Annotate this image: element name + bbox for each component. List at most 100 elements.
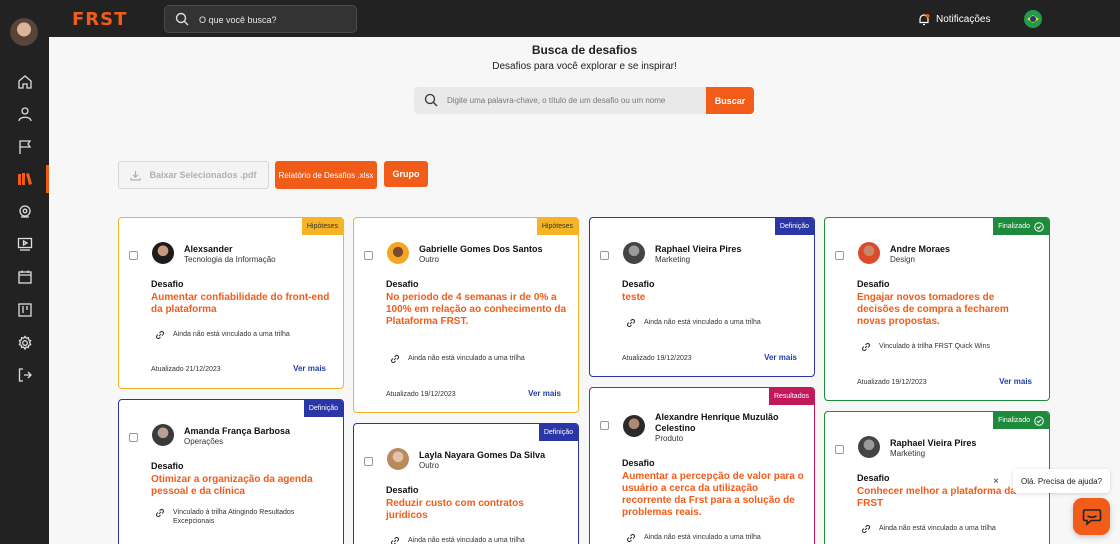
select-checkbox[interactable] xyxy=(835,445,844,454)
select-checkbox[interactable] xyxy=(129,251,138,260)
avatar xyxy=(387,448,409,470)
user-area: Outro xyxy=(419,255,440,264)
challenge-card[interactable]: Definição Raphael Vieira Pires Marketing… xyxy=(589,217,815,377)
challenge-title[interactable]: Conhecer melhor a plataforma da FRST xyxy=(857,486,1039,510)
nav-challenges[interactable] xyxy=(0,133,49,161)
link-icon xyxy=(627,319,635,327)
check-circle-icon xyxy=(1034,415,1044,426)
see-more-link[interactable]: Ver mais xyxy=(293,364,326,373)
select-checkbox[interactable] xyxy=(835,251,844,260)
link-icon xyxy=(862,343,870,351)
challenge-card[interactable]: Hipóteses Gabrielle Gomes Dos Santos Out… xyxy=(353,217,579,413)
search-button[interactable]: Buscar xyxy=(706,87,754,114)
select-checkbox[interactable] xyxy=(600,421,609,430)
challenge-label: Desafio xyxy=(151,279,184,289)
download-selected-pdf-button[interactable]: Baixar Selecionados .pdf xyxy=(118,161,269,189)
nav-board[interactable] xyxy=(0,296,49,324)
avatar xyxy=(858,242,880,264)
nav-library[interactable] xyxy=(0,165,49,193)
challenge-search[interactable] xyxy=(414,87,707,114)
challenge-search-input[interactable] xyxy=(447,93,702,107)
challenge-title[interactable]: No periodo de 4 semanas ir de 0% a 100% … xyxy=(386,292,568,328)
download-pdf-label: Baixar Selecionados .pdf xyxy=(149,170,257,180)
challenge-title[interactable]: Otimizar a organização da agenda pessoal… xyxy=(151,474,333,498)
nav-profile[interactable] xyxy=(0,100,49,128)
group-button[interactable]: Grupo xyxy=(384,161,428,187)
challenge-label: Desafio xyxy=(857,473,890,483)
status-badge: Finalizado xyxy=(993,412,1049,429)
user-area: Outro xyxy=(419,461,440,470)
avatar xyxy=(623,415,645,437)
challenge-title[interactable]: teste xyxy=(622,292,804,304)
global-search[interactable] xyxy=(164,5,357,33)
link-icon xyxy=(862,525,870,533)
nav-settings[interactable] xyxy=(0,329,49,357)
challenge-title[interactable]: Engajar novos tomadores de decisões de c… xyxy=(857,292,1039,328)
status-badge: Hipóteses xyxy=(301,218,343,235)
chat-greeting[interactable]: Olá. Precisa de ajuda? xyxy=(1013,469,1110,493)
user-area: Tecnologia da Informação xyxy=(184,255,276,264)
updated-date: Atualizado 19/12/2023 xyxy=(857,379,927,386)
challenge-card[interactable]: Finalizado Andre Moraes Design Desafio E… xyxy=(824,217,1050,401)
user-name: Layla Nayara Gomes Da Silva xyxy=(419,450,546,460)
nav-calendar[interactable] xyxy=(0,263,49,291)
challenge-label: Desafio xyxy=(622,458,655,468)
status-badge: Hipóteses xyxy=(536,218,578,235)
page-title: Busca de desafios xyxy=(531,43,638,57)
avatar xyxy=(152,242,174,264)
user-area: Design xyxy=(890,255,915,264)
trail-link-status: Vinculado à trilha Atingindo Resultados … xyxy=(155,508,343,526)
trail-link-status: Ainda não está vinculado a uma trilha xyxy=(861,524,1049,534)
trail-link-status: Vinculado à trilha FRST Quick Wins xyxy=(861,342,1049,352)
see-more-link[interactable]: Ver mais xyxy=(764,353,797,362)
report-xlsx-button[interactable]: Relatório de Desafios .xlsx xyxy=(275,161,377,189)
chat-button[interactable] xyxy=(1073,498,1110,535)
select-checkbox[interactable] xyxy=(364,457,373,466)
nav-logout[interactable] xyxy=(0,361,49,389)
bell-icon xyxy=(919,13,930,25)
gear-icon xyxy=(17,335,32,351)
see-more-link[interactable]: Ver mais xyxy=(999,377,1032,386)
status-badge: Finalizado xyxy=(993,218,1049,235)
link-icon xyxy=(391,537,399,544)
nav-videos[interactable] xyxy=(0,230,49,258)
see-more-link[interactable]: Ver mais xyxy=(528,389,561,398)
challenge-title[interactable]: Aumentar a percepção de valor para o usu… xyxy=(622,471,804,519)
trail-link-status: Ainda não está vinculado a uma trilha xyxy=(155,330,343,340)
challenge-card[interactable]: Definição Layla Nayara Gomes Da Silva Ou… xyxy=(353,423,579,544)
avatar xyxy=(387,242,409,264)
user-name: Alexandre Henrique Muzulão Celestino xyxy=(655,412,779,433)
challenge-title[interactable]: Reduzir custo com contratos jurídicos xyxy=(386,498,568,522)
home-icon xyxy=(17,75,32,89)
select-checkbox[interactable] xyxy=(364,251,373,260)
challenge-label: Desafio xyxy=(857,279,890,289)
challenge-card[interactable]: Hipóteses Alexsander Tecnologia da Infor… xyxy=(118,217,344,389)
notifications-button[interactable]: Notificações xyxy=(918,11,990,27)
board-icon xyxy=(17,303,32,317)
nav-map[interactable] xyxy=(0,198,49,226)
user-name: Alexsander xyxy=(184,244,233,254)
challenge-card[interactable]: Definição Amanda França Barbosa Operaçõe… xyxy=(118,399,344,544)
trail-link-status: Ainda não está vinculado a uma trilha xyxy=(390,354,578,364)
language-flag-brazil[interactable] xyxy=(1024,10,1042,28)
download-icon xyxy=(130,170,142,181)
link-icon xyxy=(627,534,635,542)
select-checkbox[interactable] xyxy=(129,433,138,442)
nav-home[interactable] xyxy=(0,68,49,96)
select-checkbox[interactable] xyxy=(600,251,609,260)
calendar-icon xyxy=(17,270,32,284)
challenge-card[interactable]: Resultados Alexandre Henrique Muzulão Ce… xyxy=(589,387,815,544)
link-icon xyxy=(156,509,164,517)
flag-icon xyxy=(18,140,31,154)
global-search-input[interactable] xyxy=(199,12,349,28)
frst-logo[interactable]: FRST xyxy=(72,9,127,30)
avatar[interactable] xyxy=(10,18,38,46)
chat-close-button[interactable]: × xyxy=(986,474,1006,490)
chat-icon xyxy=(1082,508,1101,526)
user-area: Marketing xyxy=(655,255,691,264)
challenge-label: Desafio xyxy=(622,279,655,289)
challenge-label: Desafio xyxy=(386,485,419,495)
challenge-title[interactable]: Aumentar confiabilidade do front-end da … xyxy=(151,292,333,316)
trail-link-status: Ainda não está vinculado a uma trilha xyxy=(626,533,814,543)
avatar xyxy=(858,436,880,458)
